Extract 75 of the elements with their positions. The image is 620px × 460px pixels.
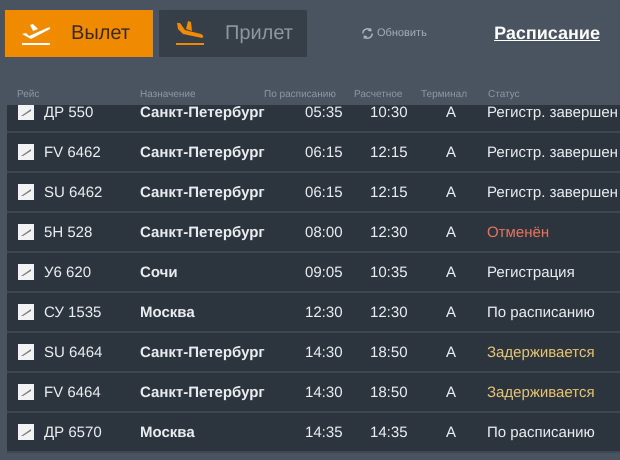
column-header: Рейс bbox=[17, 88, 40, 100]
destination: Санкт-Петербург bbox=[140, 144, 265, 160]
destination: Сочи bbox=[140, 264, 178, 280]
destination: Москва bbox=[140, 304, 195, 320]
estimated-time: 14:35 bbox=[370, 424, 408, 440]
flight-number: У6 620 bbox=[44, 264, 92, 280]
flight-number: SU 6462 bbox=[44, 184, 102, 200]
scheduled-time: 14:30 bbox=[305, 384, 343, 400]
destination: Санкт-Петербург bbox=[140, 384, 265, 400]
airline-logo-icon bbox=[18, 264, 34, 280]
terminal: A bbox=[446, 344, 456, 360]
estimated-time: 12:15 bbox=[370, 184, 408, 200]
tab[interactable]: Вылет bbox=[5, 10, 153, 56]
scheduled-time: 05:35 bbox=[305, 104, 343, 120]
airline-logo-icon bbox=[18, 104, 34, 120]
column-header: Статус bbox=[488, 88, 520, 100]
airline-logo-icon bbox=[18, 184, 34, 200]
refresh-button[interactable]: Обновить bbox=[361, 26, 427, 40]
estimated-time: 18:50 bbox=[370, 384, 408, 400]
destination: Санкт-Петербург bbox=[140, 344, 265, 360]
flight-status: Задерживается bbox=[487, 384, 595, 400]
estimated-time: 12:15 bbox=[370, 144, 408, 160]
flight-status: Отменён bbox=[487, 224, 550, 240]
terminal: A bbox=[446, 424, 456, 440]
terminal: A bbox=[446, 264, 456, 280]
destination: Санкт-Петербург bbox=[140, 184, 265, 200]
flight-status: Задерживается bbox=[487, 344, 595, 360]
airline-logo-icon bbox=[18, 344, 34, 360]
scheduled-time: 12:30 bbox=[305, 304, 343, 320]
destination: Москва bbox=[140, 424, 195, 440]
scheduled-time: 09:05 bbox=[305, 264, 343, 280]
flight-number: СУ 1535 bbox=[44, 304, 102, 320]
scheduled-time: 14:35 bbox=[305, 424, 343, 440]
landing-icon bbox=[173, 20, 207, 46]
flight-status: Регистр. завершен bbox=[487, 184, 618, 200]
flight-status: Регистрация bbox=[487, 264, 575, 280]
flight-status: Регистр. завершен bbox=[487, 104, 618, 120]
airline-logo-icon bbox=[18, 224, 34, 240]
airline-logo-icon bbox=[18, 384, 34, 400]
terminal: A bbox=[446, 304, 456, 320]
scheduled-time: 14:30 bbox=[305, 344, 343, 360]
refresh-icon bbox=[361, 26, 374, 40]
estimated-time: 10:30 bbox=[370, 104, 408, 120]
schedule-link[interactable]: Расписание bbox=[494, 22, 600, 44]
scheduled-time: 08:00 bbox=[305, 224, 343, 240]
flight-number: FV 6464 bbox=[44, 384, 101, 400]
scheduled-time: 06:15 bbox=[305, 184, 343, 200]
column-header: Терминал bbox=[421, 88, 468, 100]
tab[interactable]: Прилет bbox=[159, 10, 307, 56]
flight-status: По расписанию bbox=[487, 304, 595, 320]
terminal: A bbox=[446, 224, 456, 240]
scheduled-time: 06:15 bbox=[305, 144, 343, 160]
flight-status: Регистр. завершен bbox=[487, 144, 618, 160]
terminal: A bbox=[446, 144, 456, 160]
flight-status: По расписанию bbox=[487, 424, 595, 440]
airline-logo-icon bbox=[18, 144, 34, 160]
column-header: Назначение bbox=[140, 88, 196, 100]
terminal: A bbox=[446, 184, 456, 200]
flight-number: ДР 6570 bbox=[44, 424, 102, 440]
estimated-time: 10:35 bbox=[370, 264, 408, 280]
flight-number: SU 6464 bbox=[44, 344, 102, 360]
airline-logo-icon bbox=[18, 304, 34, 320]
terminal: A bbox=[446, 104, 456, 120]
terminal: A bbox=[446, 384, 456, 400]
estimated-time: 12:30 bbox=[370, 224, 408, 240]
estimated-time: 12:30 bbox=[370, 304, 408, 320]
destination: Санкт-Петербург bbox=[140, 224, 265, 240]
column-header: По расписанию bbox=[264, 88, 336, 100]
airline-logo-icon bbox=[18, 424, 34, 440]
column-header: Расчетное bbox=[354, 88, 402, 100]
flight-number: 5H 528 bbox=[44, 224, 92, 240]
flight-number: ДР 550 bbox=[44, 104, 94, 120]
destination: Санкт-Петербург bbox=[140, 104, 265, 120]
estimated-time: 18:50 bbox=[370, 344, 408, 360]
flight-number: FV 6462 bbox=[44, 144, 101, 160]
